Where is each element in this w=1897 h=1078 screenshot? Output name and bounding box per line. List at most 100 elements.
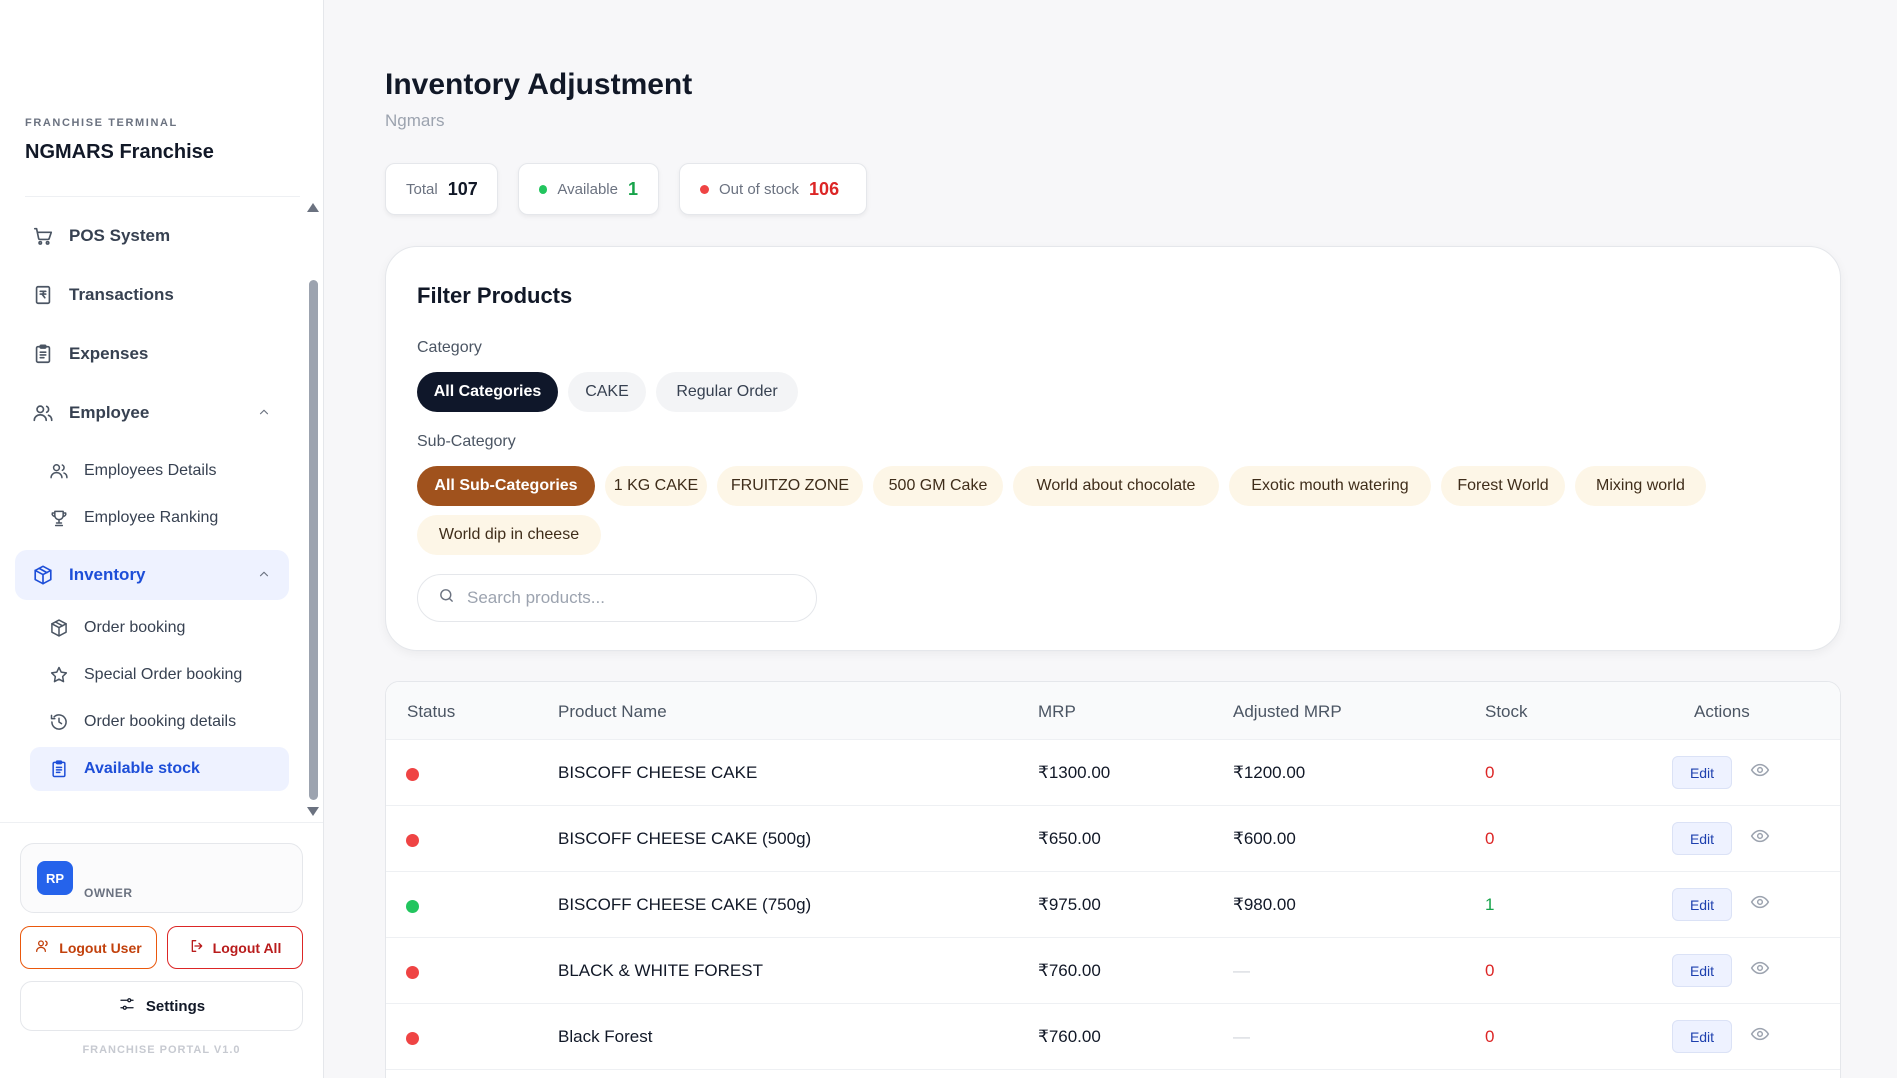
- eye-icon[interactable]: [1750, 892, 1770, 917]
- status-dot-out: [406, 834, 419, 847]
- product-stock: 0: [1485, 961, 1495, 980]
- product-stock: 0: [1485, 1027, 1495, 1046]
- status-dot-available: [406, 900, 419, 913]
- product-mrp: ₹1300.00: [1038, 763, 1111, 782]
- logout-all-button[interactable]: Logout All: [167, 926, 303, 969]
- stat-available: Available 1: [518, 163, 659, 215]
- subcategory-chip-forest-world[interactable]: Forest World: [1441, 466, 1565, 506]
- sidebar-subitem-label: Order booking: [84, 619, 186, 636]
- scroll-up-arrow[interactable]: [307, 203, 319, 212]
- sidebar-item-label: Transactions: [69, 285, 174, 304]
- history-icon: [48, 711, 70, 733]
- subcategory-chip-fruitzo-zone[interactable]: FRUITZO ZONE: [717, 466, 863, 506]
- sidebar-subitem-employees-details[interactable]: Employees Details: [30, 449, 289, 493]
- eye-icon[interactable]: [1750, 826, 1770, 851]
- edit-button[interactable]: Edit: [1672, 1020, 1732, 1053]
- edit-button[interactable]: Edit: [1672, 756, 1732, 789]
- stat-label: Total: [406, 180, 438, 198]
- sidebar-item-transactions[interactable]: Transactions: [15, 270, 289, 320]
- sliders-icon: [118, 995, 136, 1017]
- filter-title: Filter Products: [417, 283, 573, 308]
- out-of-stock-dot: [700, 184, 709, 194]
- logout-icon: [189, 938, 205, 957]
- eye-icon[interactable]: [1750, 958, 1770, 983]
- table-row: BLACK & WHITE FOREST ₹760.00 — 0 Edit: [386, 938, 1840, 1004]
- trophy-icon: [48, 507, 70, 529]
- stat-value: 107: [447, 178, 478, 199]
- brand-kicker: FRANCHISE TERMINAL: [25, 117, 178, 129]
- edit-button[interactable]: Edit: [1672, 954, 1732, 987]
- category-label: Category: [417, 339, 482, 356]
- divider: [25, 196, 300, 197]
- sidebar: FRANCHISE TERMINAL NGMARS Franchise POS …: [0, 0, 324, 1078]
- version-label: FRANCHISE PORTAL V1.0: [82, 1044, 241, 1056]
- sidebar-item-inventory[interactable]: Inventory: [15, 550, 289, 600]
- col-adjusted-mrp: Adjusted MRP: [1233, 702, 1342, 721]
- stat-total: Total 107: [385, 163, 498, 215]
- settings-button[interactable]: Settings: [20, 981, 303, 1031]
- stat-label: Available: [557, 180, 618, 198]
- category-chip-cake[interactable]: CAKE: [568, 372, 646, 412]
- sidebar-subitem-order-booking-details[interactable]: Order booking details: [30, 700, 289, 744]
- edit-button[interactable]: Edit: [1672, 888, 1732, 921]
- sidebar-item-label: Expenses: [69, 344, 149, 363]
- filter-card: Filter Products Category All Categories …: [385, 246, 1841, 651]
- product-adjusted-mrp: ₹600.00: [1233, 829, 1296, 848]
- sidebar-item-pos[interactable]: POS System: [15, 211, 289, 261]
- page-title: Inventory Adjustment: [385, 68, 693, 101]
- scroll-down-arrow[interactable]: [307, 807, 319, 816]
- sidebar-item-expenses[interactable]: Expenses: [15, 329, 289, 379]
- subcategory-chip-exotic-mouth-watering[interactable]: Exotic mouth watering: [1229, 466, 1431, 506]
- star-icon: [48, 664, 70, 686]
- stat-value: 106: [809, 178, 840, 199]
- logout-user-label: Logout User: [59, 939, 142, 956]
- scrollbar-thumb[interactable]: [309, 280, 318, 800]
- sidebar-subitem-available-stock[interactable]: Available stock: [30, 747, 289, 791]
- status-dot-out: [406, 1032, 419, 1045]
- col-actions: Actions: [1694, 702, 1750, 721]
- subcategory-label: Sub-Category: [417, 433, 516, 450]
- subcategory-chip-world-about-chocolate[interactable]: World about chocolate: [1013, 466, 1219, 506]
- eye-icon[interactable]: [1750, 760, 1770, 785]
- product-adjusted-mrp: —: [1233, 961, 1250, 980]
- sidebar-item-label: Inventory: [69, 565, 146, 584]
- sidebar-subitem-label: Order booking details: [84, 713, 237, 730]
- sidebar-subitem-order-booking[interactable]: Order booking: [30, 606, 289, 650]
- logout-user-button[interactable]: Logout User: [20, 926, 157, 969]
- col-mrp: MRP: [1038, 702, 1076, 721]
- sidebar-item-employee[interactable]: Employee: [15, 388, 289, 438]
- product-name: BLACK & WHITE FOREST: [558, 961, 763, 980]
- subcategory-chip-mixing-world[interactable]: Mixing world: [1575, 466, 1706, 506]
- chevron-up-icon: [257, 405, 271, 424]
- sidebar-subitem-label: Employees Details: [84, 462, 217, 479]
- search-box: [417, 574, 817, 622]
- subcategory-chip-all[interactable]: All Sub-Categories: [417, 466, 595, 506]
- sidebar-item-label: POS System: [69, 226, 171, 245]
- table-row: BISCOFF CHEESE CAKE (500g) ₹650.00 ₹600.…: [386, 806, 1840, 872]
- sidebar-subitem-label: Employee Ranking: [84, 509, 219, 526]
- sidebar-subitem-employee-ranking[interactable]: Employee Ranking: [30, 496, 289, 540]
- subcategory-chip-world-dip-in-cheese[interactable]: World dip in cheese: [417, 515, 601, 555]
- receipt-rupee-icon: [31, 283, 55, 307]
- table-row: BISCOFF CHEESE CAKE ₹1300.00 ₹1200.00 0 …: [386, 740, 1840, 806]
- table-row: Black Forest ₹760.00 — 0 Edit: [386, 1004, 1840, 1070]
- avatar: RP: [37, 861, 73, 895]
- product-stock: 0: [1485, 763, 1495, 782]
- eye-icon[interactable]: [1750, 1024, 1770, 1049]
- category-chip-all[interactable]: All Categories: [417, 372, 558, 412]
- stat-label: Out of stock: [719, 180, 800, 198]
- table-row: BISCOFF CHEESE CAKE (750g) ₹975.00 ₹980.…: [386, 872, 1840, 938]
- product-name: BISCOFF CHEESE CAKE (500g): [558, 829, 812, 848]
- subcategory-chip-500gm-cake[interactable]: 500 GM Cake: [873, 466, 1003, 506]
- sidebar-item-label: Employee: [69, 403, 150, 422]
- settings-label: Settings: [145, 997, 206, 1015]
- product-stock: 1: [1485, 895, 1495, 914]
- clipboard-list-icon: [48, 758, 70, 780]
- subcategory-chip-1kg-cake[interactable]: 1 KG CAKE: [605, 466, 707, 506]
- product-stock: 0: [1485, 829, 1495, 848]
- edit-button[interactable]: Edit: [1672, 822, 1732, 855]
- search-input[interactable]: [467, 588, 797, 608]
- col-status: Status: [407, 702, 456, 721]
- category-chip-regular-order[interactable]: Regular Order: [656, 372, 798, 412]
- sidebar-subitem-special-order-booking[interactable]: Special Order booking: [30, 653, 289, 697]
